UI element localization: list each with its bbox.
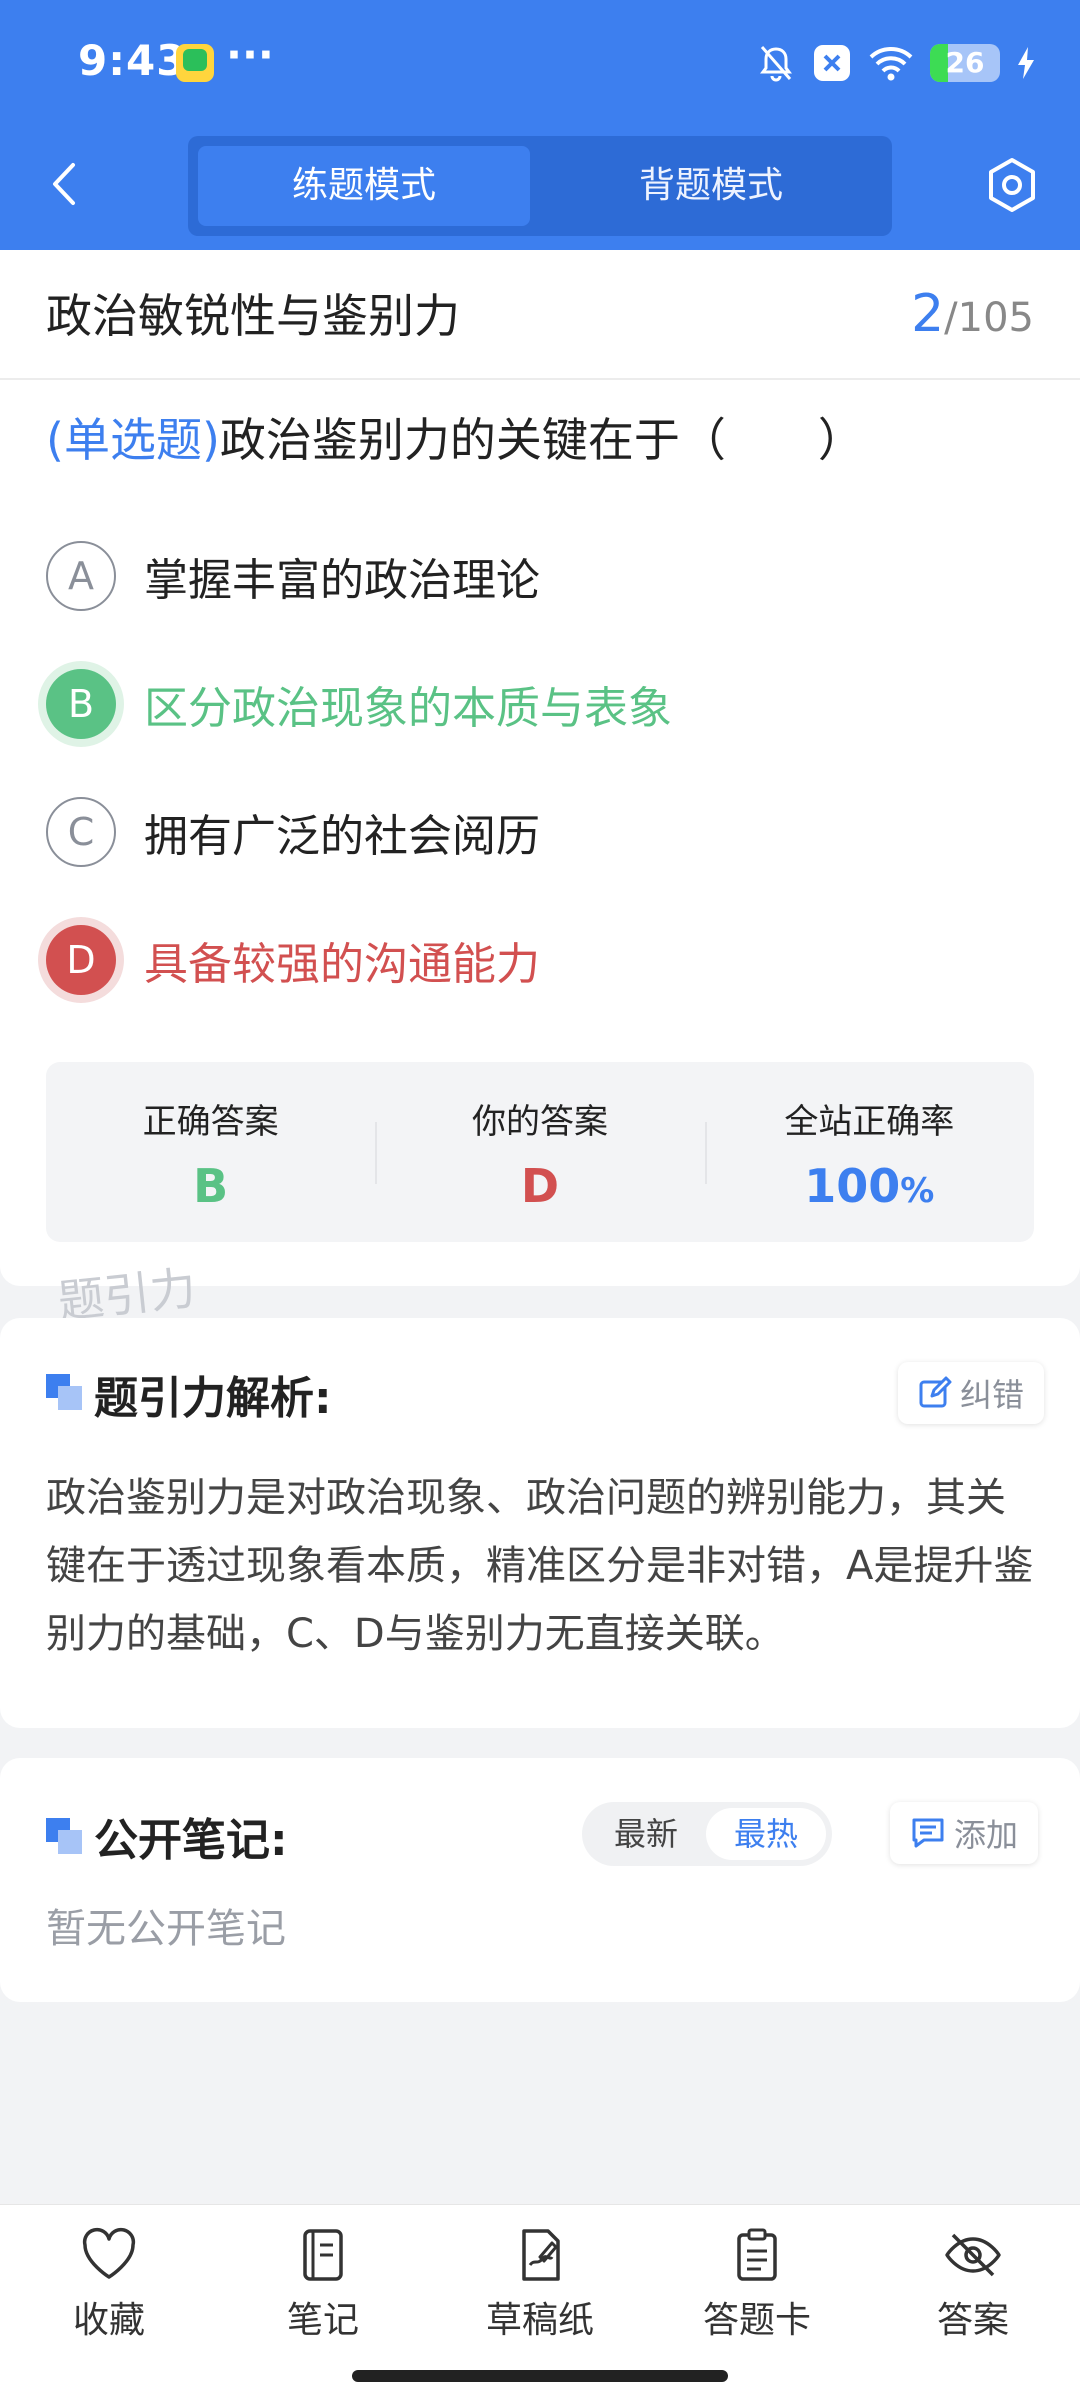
show-answer-button[interactable]: 答案: [898, 2227, 1048, 2343]
show-answer-label: 答案: [936, 2300, 1009, 2341]
tab-memorize-mode[interactable]: 背题模式: [540, 146, 882, 226]
sort-hottest[interactable]: 最热: [706, 1808, 826, 1860]
explanation-title: 题引力解析:: [94, 1373, 332, 1424]
accuracy-unit: %: [900, 1171, 935, 1211]
explanation-text: 政治鉴别力是对政治现象、政治问题的辨别能力，其关键在于透过现象看本质，精准区分是…: [46, 1475, 1034, 1657]
favorite-label: 收藏: [72, 2300, 145, 2341]
report-error-label: 纠错: [960, 1376, 1025, 1414]
your-answer-value: D: [520, 1159, 560, 1213]
scratch-paper-button[interactable]: 草稿纸: [465, 2227, 615, 2343]
accuracy-block: 全站正确率 100%: [704, 1062, 1034, 1242]
sort-newest[interactable]: 最新: [594, 1808, 698, 1860]
mode-switch: 练题模式 背题模式: [188, 136, 892, 236]
public-notes-card: 公开笔记: 最新 最热 添加 暂无公开笔记: [0, 1758, 1080, 2002]
clipboard-icon: [737, 2228, 777, 2281]
settings-hexagon-icon: [989, 158, 1035, 212]
option-c[interactable]: C 拥有广泛的社会阅历: [46, 794, 540, 870]
battery-level: 26: [945, 46, 985, 79]
x-icon: [814, 45, 850, 81]
edit-icon: [919, 1376, 952, 1408]
accuracy-label: 全站正确率: [784, 1102, 955, 1142]
question-stem: (单选题)政治鉴别力的关键在于（ ）: [46, 404, 864, 470]
notes-label: 笔记: [286, 2300, 359, 2341]
correct-answer-block: 正确答案 B: [46, 1062, 375, 1242]
answer-card-button[interactable]: 答题卡: [682, 2227, 832, 2343]
wifi-icon: [869, 47, 913, 81]
app-icon: [176, 44, 214, 82]
correct-answer-label: 正确答案: [142, 1102, 279, 1142]
add-note-label: 添加: [954, 1816, 1019, 1854]
charging-icon: [1018, 47, 1034, 79]
comment-icon: [912, 1818, 944, 1848]
section-block-icon: [46, 1818, 82, 1854]
favorite-button[interactable]: 收藏: [34, 2227, 184, 2343]
total-questions: /105: [944, 295, 1034, 341]
public-notes-title: 公开笔记:: [94, 1815, 288, 1866]
your-answer-label: 你的答案: [471, 1102, 608, 1142]
section-block-icon: [46, 1374, 82, 1410]
current-question-number: 2: [911, 284, 945, 344]
divider: [0, 378, 1080, 380]
option-text: 掌握丰富的政治理论: [144, 555, 540, 606]
question-text: 政治鉴别力的关键在于（ ）: [219, 413, 864, 467]
tab-practice-mode[interactable]: 练题模式: [198, 146, 530, 226]
home-indicator[interactable]: [352, 2370, 728, 2382]
section-title: 政治敏锐性与鉴别力: [46, 289, 460, 343]
explanation-card: 题引力解析: 纠错 政治鉴别力是对政治现象、政治问题的辨别能力，其关键在于透过现…: [0, 1318, 1080, 1728]
add-note-button[interactable]: 添加: [890, 1802, 1039, 1864]
eye-off-icon: [945, 2233, 1001, 2277]
option-b[interactable]: B 区分政治现象的本质与表象: [46, 666, 672, 742]
mute-icon: [760, 46, 792, 82]
option-letter: C: [46, 797, 116, 867]
option-text: 拥有广泛的社会阅历: [144, 811, 540, 862]
option-text: 区分政治现象的本质与表象: [144, 683, 672, 734]
accuracy-number: 100: [804, 1159, 901, 1213]
empty-notes-text: 暂无公开笔记: [46, 1906, 286, 1952]
option-a[interactable]: A 掌握丰富的政治理论: [46, 538, 540, 614]
option-letter: D: [46, 925, 116, 995]
answer-summary: 正确答案 B 你的答案 D 全站正确率 100%: [46, 1062, 1034, 1242]
notes-button[interactable]: 笔记: [248, 2227, 398, 2343]
status-time: 9:43: [78, 36, 187, 85]
question-counter[interactable]: 2/105: [911, 284, 1034, 344]
question-type: (单选题): [46, 413, 220, 467]
report-error-button[interactable]: 纠错: [898, 1362, 1045, 1424]
scratch-paper-label: 草稿纸: [485, 2300, 594, 2341]
option-letter: B: [46, 669, 116, 739]
option-d[interactable]: D 具备较强的沟通能力: [46, 922, 540, 998]
back-button[interactable]: [38, 152, 90, 216]
correct-answer-value: B: [193, 1159, 229, 1213]
battery-icon: 26: [930, 44, 1000, 82]
more-notifications-icon: ···: [226, 30, 274, 79]
status-icons: 26: [756, 40, 1036, 86]
notes-sort-toggle: 最新 最热: [582, 1802, 832, 1866]
option-letter: A: [46, 541, 116, 611]
answer-card-label: 答题卡: [702, 2300, 811, 2341]
heart-icon: [82, 2227, 136, 2279]
top-bar: 9:43 ··· 26 练题模式 背题模式: [0, 0, 1080, 250]
chevron-left-icon: [53, 163, 75, 205]
your-answer-block: 你的答案 D: [375, 1062, 704, 1242]
accuracy-value: 100%: [705, 1159, 1034, 1213]
settings-button[interactable]: [980, 150, 1044, 220]
draft-icon: [522, 2229, 560, 2281]
notebook-icon: [303, 2229, 343, 2281]
question-card: 政治敏锐性与鉴别力 2/105 (单选题)政治鉴别力的关键在于（ ） A 掌握丰…: [0, 250, 1080, 1286]
option-text: 具备较强的沟通能力: [144, 939, 540, 990]
